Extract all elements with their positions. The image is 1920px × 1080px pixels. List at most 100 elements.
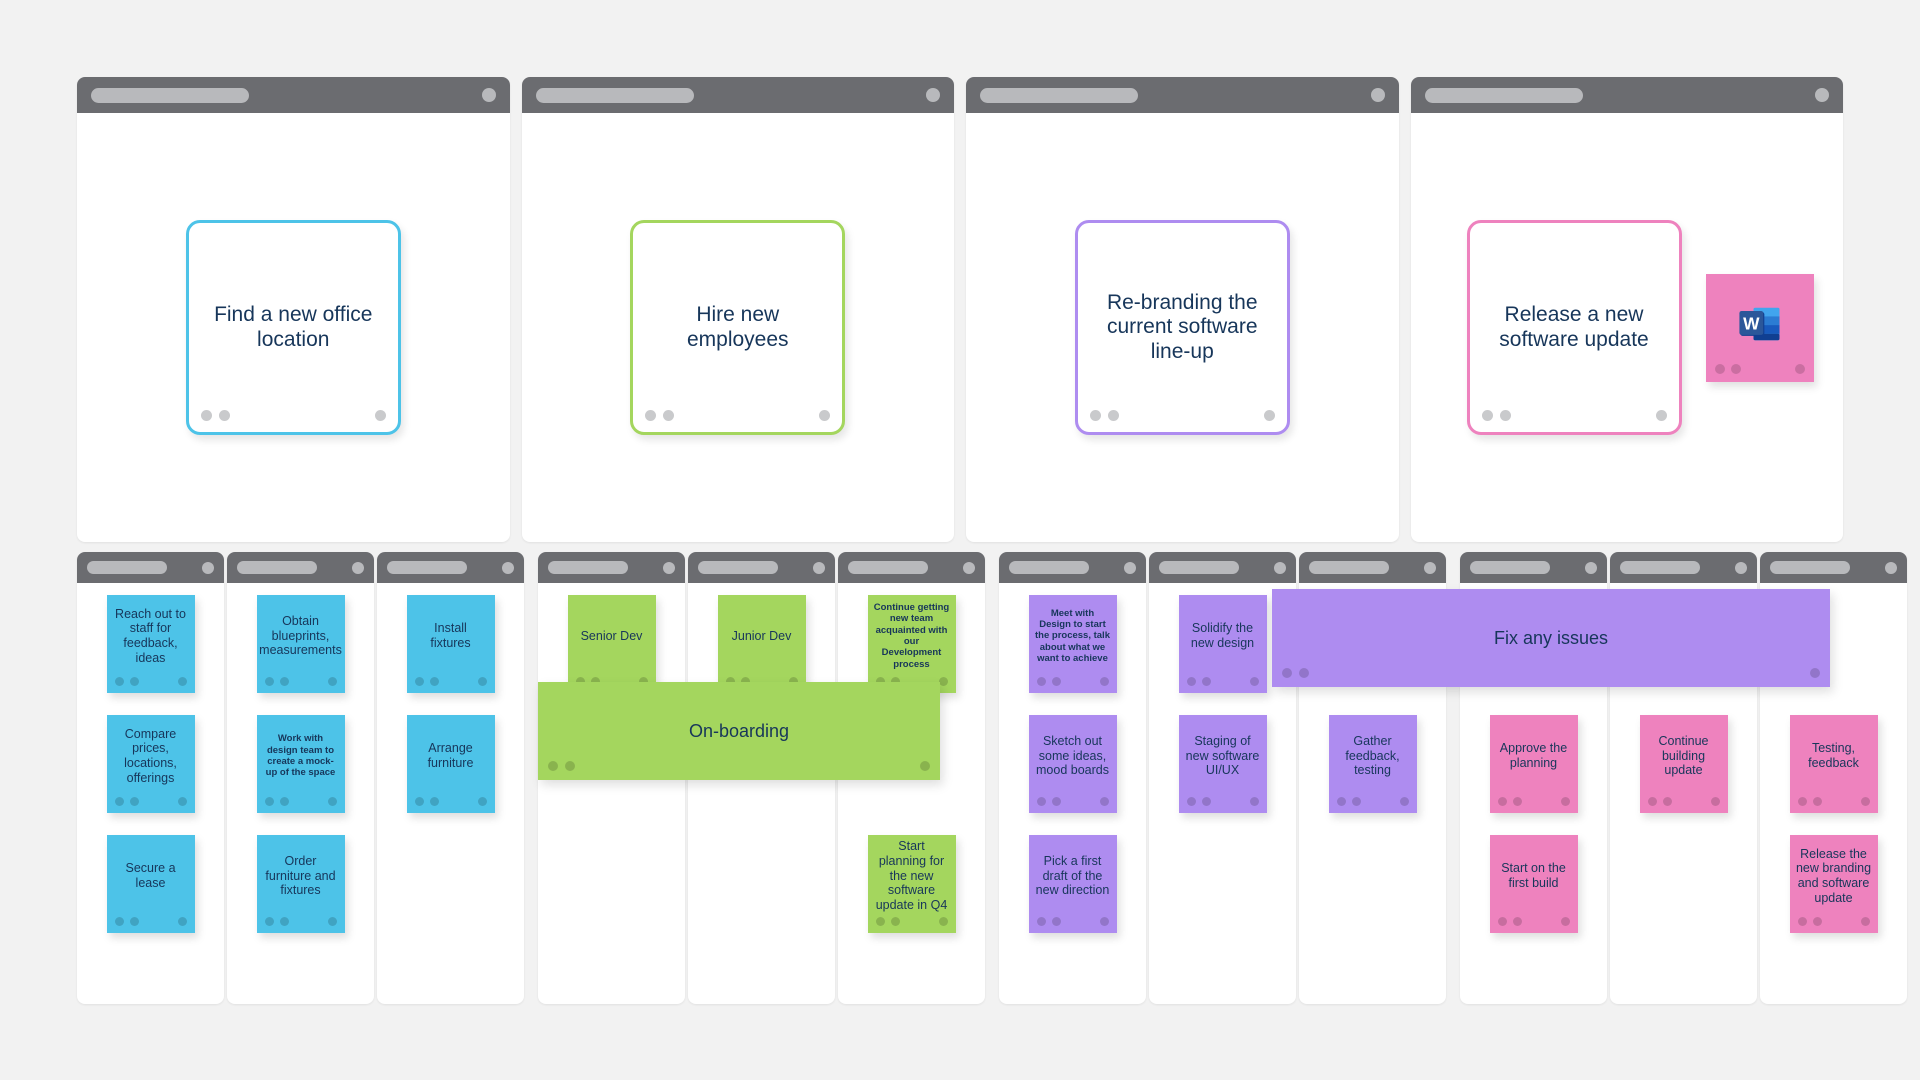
window-close-dot[interactable]	[1424, 561, 1436, 574]
sticky-dot[interactable]	[1299, 668, 1309, 678]
window-close-dot[interactable]	[1815, 88, 1829, 102]
sticky-dot[interactable]	[1099, 917, 1109, 926]
task-sticky-note[interactable]: Work with design team to create a mock-u…	[256, 715, 345, 813]
sticky-dot[interactable]	[920, 761, 930, 771]
sticky-dot[interactable]	[114, 677, 124, 686]
sticky-dot[interactable]	[1036, 797, 1046, 806]
attachment-dot[interactable]	[1730, 363, 1741, 374]
window-close-dot[interactable]	[202, 561, 214, 574]
spanning-sticky-note[interactable]: Fix any issues	[1272, 589, 1830, 687]
sticky-dot[interactable]	[1497, 797, 1507, 806]
sticky-dot[interactable]	[264, 677, 274, 686]
sticky-dot[interactable]	[414, 797, 424, 806]
sticky-dot[interactable]	[565, 761, 575, 771]
window-close-dot[interactable]	[1885, 561, 1897, 574]
task-sticky-note[interactable]: Release the new branding and software up…	[1789, 835, 1878, 933]
goal-dot[interactable]	[645, 410, 657, 421]
sticky-dot[interactable]	[875, 917, 885, 926]
sticky-dot[interactable]	[177, 917, 187, 926]
task-sticky-note[interactable]: Start on the first build	[1489, 835, 1578, 933]
window-close-dot[interactable]	[481, 88, 496, 102]
goal-dot[interactable]	[218, 410, 230, 421]
goal-dot[interactable]	[1481, 410, 1493, 421]
task-sticky-note[interactable]: Install fixtures	[406, 595, 495, 693]
sticky-dot[interactable]	[279, 677, 289, 686]
sticky-dot[interactable]	[938, 917, 948, 926]
sticky-dot[interactable]	[1797, 797, 1807, 806]
sticky-dot[interactable]	[1647, 797, 1657, 806]
task-sticky-note[interactable]: Reach out to staff for feedback, ideas	[106, 595, 195, 693]
sticky-dot[interactable]	[327, 917, 337, 926]
sticky-dot[interactable]	[177, 677, 187, 686]
sticky-dot[interactable]	[129, 797, 139, 806]
goal-panel-purple[interactable]: Re-branding the current software line-up	[966, 77, 1399, 542]
task-sticky-note[interactable]: Senior Dev	[567, 595, 656, 693]
sticky-dot[interactable]	[1249, 677, 1259, 686]
sticky-dot[interactable]	[477, 797, 487, 806]
task-column-rebrand[interactable]: Meet with Design to start the process, t…	[999, 552, 1146, 1004]
window-close-dot[interactable]	[813, 561, 825, 574]
task-sticky-note[interactable]: Arrange furniture	[406, 715, 495, 813]
sticky-dot[interactable]	[890, 917, 900, 926]
sticky-dot[interactable]	[429, 797, 439, 806]
window-close-dot[interactable]	[963, 561, 975, 574]
goal-dot[interactable]	[1263, 410, 1275, 421]
sticky-dot[interactable]	[1201, 797, 1211, 806]
sticky-dot[interactable]	[327, 797, 337, 806]
sticky-dot[interactable]	[1051, 797, 1061, 806]
attachment-dot[interactable]	[1714, 363, 1725, 374]
task-sticky-note[interactable]: Pick a first draft of the new direction	[1028, 835, 1117, 933]
sticky-dot[interactable]	[1051, 917, 1061, 926]
goal-dot[interactable]	[1107, 410, 1119, 421]
task-sticky-note[interactable]: Gather feedback, testing	[1328, 715, 1417, 813]
task-sticky-note[interactable]: Secure a lease	[106, 835, 195, 933]
sticky-dot[interactable]	[1351, 797, 1361, 806]
goal-card[interactable]: Release a new software update	[1466, 220, 1682, 435]
sticky-dot[interactable]	[1036, 917, 1046, 926]
goal-panel-pink[interactable]: Release a new software update W	[1410, 77, 1843, 542]
task-sticky-note[interactable]: Junior Dev	[717, 595, 806, 693]
sticky-dot[interactable]	[1051, 677, 1061, 686]
window-close-dot[interactable]	[1585, 561, 1597, 574]
goal-panel-blue[interactable]: Find a new office location	[77, 77, 510, 542]
sticky-dot[interactable]	[279, 797, 289, 806]
goal-dot[interactable]	[663, 410, 675, 421]
task-sticky-note[interactable]: Order furniture and fixtures	[256, 835, 345, 933]
sticky-dot[interactable]	[1812, 797, 1822, 806]
sticky-dot[interactable]	[548, 761, 558, 771]
goal-panel-green[interactable]: Hire new employees	[521, 77, 954, 542]
window-close-dot[interactable]	[1735, 561, 1747, 574]
spanning-sticky-note[interactable]: On-boarding	[538, 682, 940, 780]
sticky-dot[interactable]	[1497, 917, 1507, 926]
window-close-dot[interactable]	[1274, 561, 1286, 574]
window-close-dot[interactable]	[502, 561, 514, 574]
sticky-dot[interactable]	[1201, 677, 1211, 686]
sticky-dot[interactable]	[1336, 797, 1346, 806]
sticky-dot[interactable]	[1860, 797, 1870, 806]
sticky-dot[interactable]	[129, 917, 139, 926]
sticky-dot[interactable]	[1560, 917, 1570, 926]
goal-dot[interactable]	[819, 410, 831, 421]
sticky-dot[interactable]	[1186, 677, 1196, 686]
window-close-dot[interactable]	[663, 561, 675, 574]
task-sticky-note[interactable]: Compare prices, locations, offerings	[106, 715, 195, 813]
sticky-dot[interactable]	[429, 677, 439, 686]
task-sticky-note[interactable]: Sketch out some ideas, mood boards	[1028, 715, 1117, 813]
sticky-dot[interactable]	[1249, 797, 1259, 806]
attachment-dot[interactable]	[1794, 363, 1805, 374]
sticky-dot[interactable]	[114, 917, 124, 926]
sticky-dot[interactable]	[1099, 797, 1109, 806]
sticky-dot[interactable]	[1662, 797, 1672, 806]
goal-card[interactable]: Hire new employees	[630, 220, 846, 435]
sticky-dot[interactable]	[1282, 668, 1292, 678]
task-sticky-note[interactable]: Staging of new software UI/UX	[1178, 715, 1267, 813]
task-sticky-note[interactable]: Meet with Design to start the process, t…	[1028, 595, 1117, 693]
sticky-dot[interactable]	[264, 797, 274, 806]
goal-card[interactable]: Find a new office location	[185, 220, 401, 435]
goal-dot[interactable]	[200, 410, 212, 421]
sticky-dot[interactable]	[1710, 797, 1720, 806]
sticky-dot[interactable]	[1186, 797, 1196, 806]
task-sticky-note[interactable]: Obtain blueprints, measurements	[256, 595, 345, 693]
window-close-dot[interactable]	[352, 561, 364, 574]
goal-card[interactable]: Re-branding the current software line-up	[1074, 220, 1290, 435]
